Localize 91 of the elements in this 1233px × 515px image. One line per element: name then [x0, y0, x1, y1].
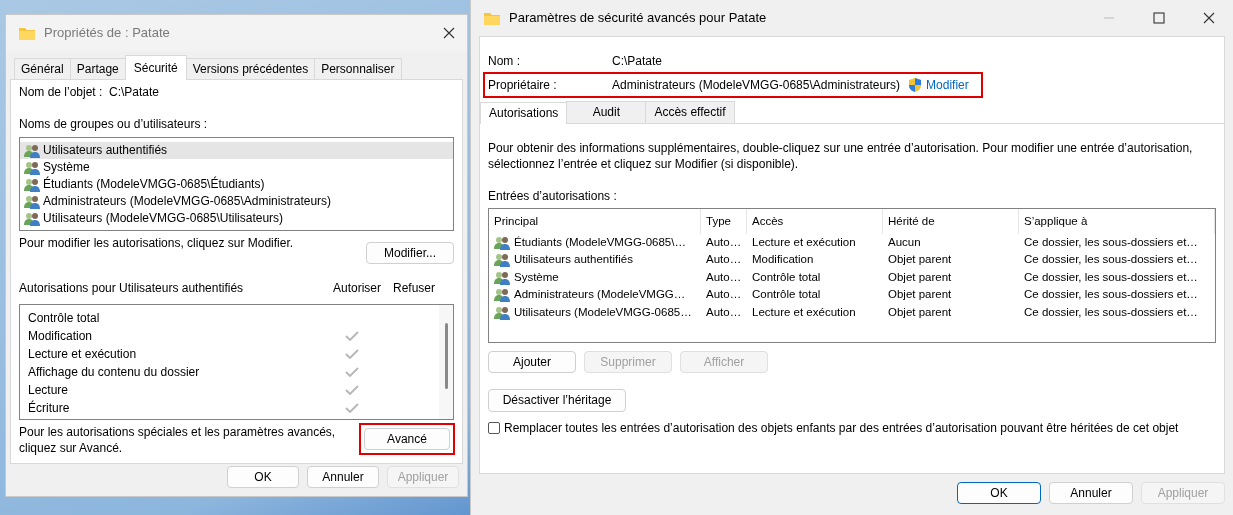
field-label: Nom de l’objet : [19, 84, 104, 101]
users-icon [494, 269, 510, 285]
tab[interactable]: Audit [566, 101, 647, 123]
table-cell-text: Aucun [887, 234, 922, 250]
table-cell-text: Auto… [705, 304, 743, 320]
table-cell-text: Ce dossier, les sous-dossiers et… [1023, 252, 1199, 268]
table-cell-text: Système [514, 269, 559, 285]
table-cell: Administrateurs (ModeleVMGG… [514, 287, 686, 303]
scrollbar-thumb[interactable] [444, 322, 448, 389]
users-icon [494, 252, 510, 268]
modify-link[interactable]: Modifier [926, 77, 969, 94]
advanced-button[interactable]: Avancé [364, 427, 450, 451]
list-item[interactable]: Utilisateurs authentifiés [20, 141, 453, 159]
list-item[interactable]: Administrateurs (ModeleVMGG-0685\Administrateurs) [20, 192, 453, 210]
field-label: Propriétaire : [488, 77, 558, 94]
hint-text: Pour modifier les autorisations, cliquez sur Modifier. [19, 234, 294, 251]
table-cell-text: Contrôle total [751, 287, 822, 303]
users-icon [24, 142, 40, 158]
table-cell-text: Ce dossier, les sous-dossiers et… [1023, 269, 1199, 285]
folder-icon [483, 10, 501, 26]
window-title: Paramètres de sécurité avancés pour Patate [509, 9, 768, 27]
table-cell: Utilisateurs authentifiés [514, 252, 633, 268]
list-item[interactable]: Étudiants (ModeleVMGG-0685\Étudiants) [20, 175, 453, 193]
table-cell-text: Auto… [705, 287, 743, 303]
table-cell-text: Auto… [705, 234, 743, 250]
permission-name: Écriture [27, 399, 71, 417]
column-header[interactable]: S’applique à [1019, 209, 1215, 234]
permission-name: Lecture et exécution [27, 345, 138, 363]
users-icon [24, 193, 40, 209]
permission-name: Contrôle total [27, 309, 101, 327]
field-value: C:\Patate [612, 53, 663, 70]
field-value: C:\Patate [109, 84, 160, 101]
table-cell-text: Lecture et exécution [751, 234, 857, 250]
hint-text: Pour les autorisations spéciales et les paramètres avancés, cliquez sur Avancé. [19, 423, 337, 457]
users-icon [494, 234, 510, 250]
dialog-button[interactable]: Annuler [307, 465, 379, 488]
table-cell-text: Objet parent [887, 252, 953, 268]
window-title: Propriétés de : Patate [44, 24, 171, 42]
table-cell-text: Utilisateurs (ModeleVMGG-0685… [514, 304, 692, 320]
table-cell-text: Objet parent [887, 269, 953, 285]
section-label: Noms de groupes ou d’utilisateurs : [19, 116, 209, 133]
shield-icon [908, 77, 923, 94]
users-icon [24, 176, 40, 192]
dialog-button[interactable]: OK [227, 465, 299, 488]
table-cell-text: Ce dossier, les sous-dossiers et… [1023, 287, 1199, 303]
table-cell-text: Ce dossier, les sous-dossiers et… [1023, 304, 1199, 320]
users-icon [24, 159, 40, 175]
table-cell-text: Modification [751, 252, 815, 268]
table-cell-text: Auto… [705, 252, 743, 268]
field-value: Administrateurs (ModeleVMGG-0685\Administrateurs) [612, 77, 901, 94]
users-icon [494, 304, 510, 320]
close-icon[interactable] [1203, 12, 1215, 24]
disable-inheritance-button[interactable]: Désactiver l’héritage [488, 389, 626, 412]
field-label: Nom : [488, 53, 521, 70]
replace-checkbox[interactable] [488, 421, 500, 434]
table-cell-text: Objet parent [887, 304, 953, 320]
description-text: Pour obtenir des informations supplémentaires, double-cliquez sur une entrée d’autorisation. Pour modifier une entrée d’autorisation, sélectionnez l’entrée et cliquez sur Modifier (si disponible). [488, 139, 1194, 172]
permission-name: Affichage du contenu du dossier [27, 363, 201, 381]
tab[interactable]: Personnaliser [314, 58, 402, 80]
column-header[interactable]: Accès [747, 209, 883, 234]
table-cell-text: Auto… [705, 269, 743, 285]
section-label: Entrées d’autorisations : [488, 187, 618, 205]
column-header[interactable]: Principal [489, 209, 701, 234]
users-icon [24, 210, 40, 226]
table-cell-text: Lecture et exécution [751, 304, 857, 320]
list-item[interactable]: Système [20, 158, 453, 176]
section-label: Autorisations pour Utilisateurs authentifiés [19, 279, 245, 296]
permission-name: Modification [27, 327, 94, 345]
tab[interactable]: Autorisations [480, 102, 568, 124]
tab[interactable]: Accès effectif [645, 101, 735, 123]
folder-icon [18, 25, 36, 41]
column-header: Refuser [392, 279, 436, 296]
table-cell-text: Ce dossier, les sous-dossiers et… [1023, 234, 1199, 250]
dialog-button[interactable]: OK [957, 482, 1041, 505]
maximize-icon[interactable] [1153, 12, 1165, 24]
table-cell-text: Objet parent [887, 287, 953, 303]
checkbox-label: Remplacer toutes les entrées d’autorisation des objets enfants par des entrées d’autorisation pouvant être héritées de cet objet [504, 419, 1179, 436]
tab[interactable]: Sécurité [124, 55, 187, 81]
list-item[interactable]: Utilisateurs (ModeleVMGG-0685\Utilisateurs) [20, 209, 453, 227]
permission-name: Lecture [27, 381, 70, 399]
tab[interactable]: Général [14, 58, 71, 80]
column-header: Autoriser [332, 279, 382, 296]
users-icon [494, 287, 510, 303]
close-icon[interactable] [443, 27, 455, 39]
table-cell-text: Étudiants (ModeleVMGG-0685\… [514, 234, 686, 250]
column-header[interactable]: Hérité de [883, 209, 1019, 234]
modify-button[interactable]: Modifier... [366, 241, 454, 264]
table-cell-text: Contrôle total [751, 269, 822, 285]
dialog-button[interactable]: Annuler [1049, 482, 1133, 505]
column-header[interactable]: Type [701, 209, 747, 234]
action-button[interactable]: Ajouter [488, 351, 576, 374]
